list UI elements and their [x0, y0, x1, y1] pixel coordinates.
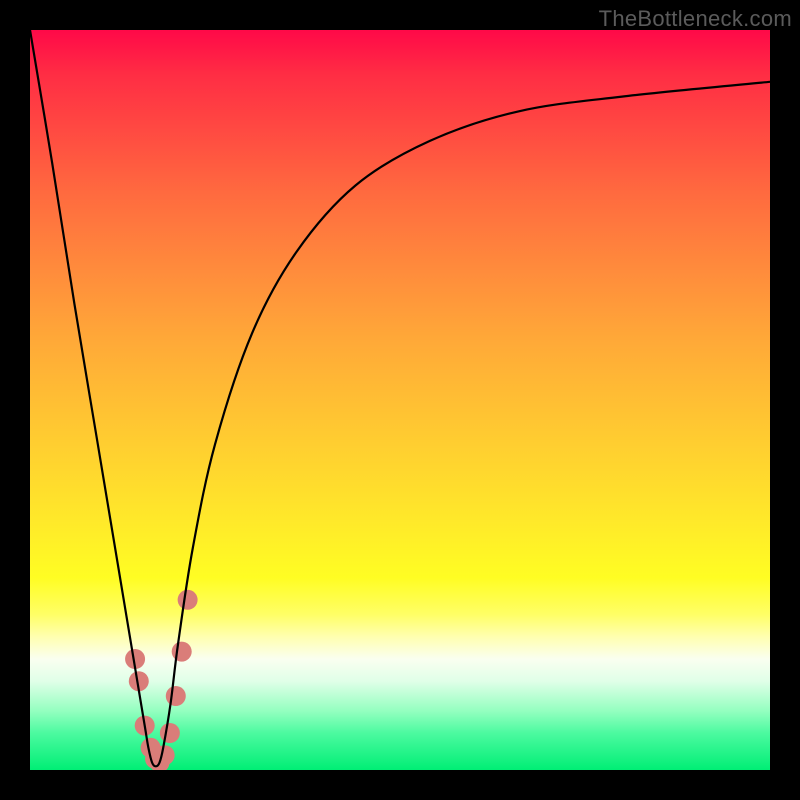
marker-dot	[172, 642, 192, 662]
marker-dot	[178, 590, 198, 610]
marker-dot	[166, 686, 186, 706]
chart-svg	[30, 30, 770, 770]
marker-dots-series	[125, 590, 198, 770]
plot-area	[30, 30, 770, 770]
marker-dot	[155, 745, 175, 765]
marker-dot	[160, 723, 180, 743]
chart-frame: TheBottleneck.com line	[0, 0, 800, 800]
watermark-text: TheBottleneck.com	[599, 6, 792, 32]
